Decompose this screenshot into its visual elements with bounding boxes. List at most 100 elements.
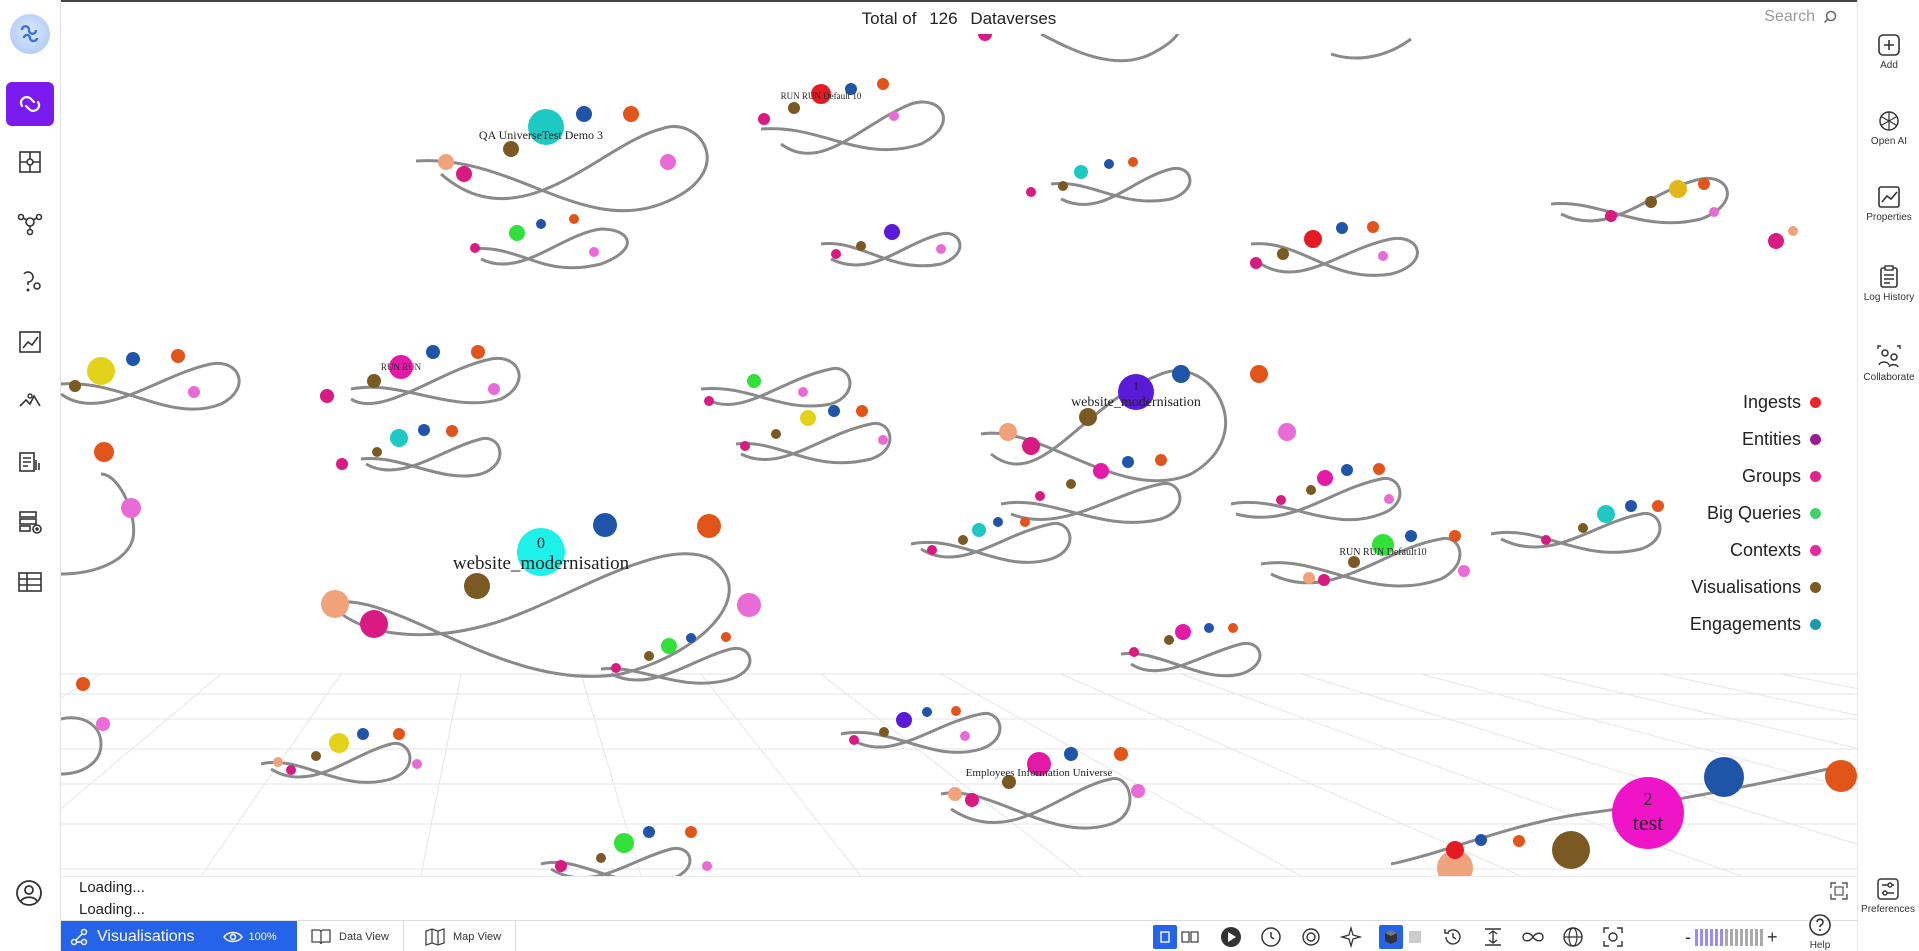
legend-dot [1810, 619, 1821, 630]
link-loop-icon [19, 96, 41, 112]
zoom-in-icon[interactable]: + [1767, 927, 1778, 948]
sparkle-button[interactable] [1339, 925, 1363, 949]
tab-data-view[interactable]: Data View [297, 921, 404, 951]
console-line-1: Loading... [79, 879, 145, 896]
legend-label: Visualisations [1691, 577, 1801, 597]
add-label: Add [1880, 60, 1898, 71]
play-button[interactable] [1219, 925, 1243, 949]
nav-query[interactable] [6, 260, 54, 304]
globe-icon [1563, 927, 1583, 947]
legend-item[interactable]: Ingests [1690, 384, 1821, 421]
collaborate-label: Collaborate [1863, 372, 1915, 383]
label-employees: Employees Information Universe [966, 767, 1113, 779]
database-add-icon [19, 511, 42, 534]
nav-network[interactable] [6, 140, 54, 184]
profile-button[interactable] [12, 876, 46, 910]
openai-icon [1879, 111, 1899, 131]
total-suffix: Dataverses [970, 9, 1057, 28]
scene-svg[interactable]: QA UniverseTest Demo 3 1 website_moderni… [61, 34, 1857, 876]
align-button[interactable] [1481, 925, 1505, 949]
help-button[interactable]: Help [1808, 913, 1832, 951]
collaborate-button[interactable]: Collaborate [1858, 344, 1919, 383]
nav-database-add[interactable] [6, 500, 54, 544]
2d-view-toggle[interactable] [1403, 925, 1427, 949]
double-page-toggle[interactable] [1178, 925, 1202, 949]
single-page-toggle[interactable] [1153, 925, 1177, 949]
infinity-icon [1522, 932, 1544, 942]
search-box[interactable]: Search [1764, 8, 1837, 26]
app-logo[interactable] [10, 14, 50, 54]
legend-item[interactable]: Entities [1690, 421, 1821, 458]
add-button[interactable]: Add [1858, 32, 1919, 71]
user-icon [16, 880, 42, 906]
label-run-default: RUN RUN Default10 [1339, 547, 1426, 558]
3d-view-toggle[interactable] [1379, 925, 1403, 949]
nav-reports[interactable] [6, 440, 54, 484]
label-test-num: 2 [1644, 789, 1653, 809]
node-spheres[interactable] [69, 34, 1857, 876]
add-icon [1878, 34, 1900, 56]
analytics-icon [19, 331, 41, 353]
label-big-name: website_modernisation [453, 553, 630, 574]
logo-icon [20, 25, 39, 43]
tab-visualisations[interactable]: Visualisations 100% [61, 921, 297, 951]
preferences-button[interactable]: Preferences [1857, 876, 1919, 915]
clock-icon [1261, 927, 1281, 947]
tab-map-view-label: Map View [453, 930, 502, 943]
open-ai-label: Open AI [1870, 136, 1908, 147]
nav-dataverse[interactable] [6, 82, 54, 126]
nav-analytics[interactable] [6, 320, 54, 364]
dataverse-total: Total of 126 Dataverses [61, 9, 1857, 29]
nav-relations[interactable] [6, 380, 54, 424]
expand-icon[interactable] [1829, 881, 1849, 901]
bottom-bar: Visualisations 100% Data View Map View - [61, 914, 1857, 951]
play-icon [1221, 927, 1241, 947]
square-icon [1409, 931, 1421, 943]
infinity-button[interactable] [1521, 925, 1545, 949]
clock-button[interactable] [1259, 925, 1283, 949]
globe-button[interactable] [1561, 925, 1585, 949]
openai-button[interactable] [1299, 925, 1323, 949]
right-sidebar: Add Open AI Properties Log History Colla… [1857, 0, 1919, 951]
legend-item[interactable]: Engagements [1690, 606, 1821, 643]
label-run-run: RUN RUN [381, 362, 422, 372]
query-icon [23, 271, 41, 292]
reports-icon [19, 452, 40, 472]
label-center-num: 1 [1133, 379, 1139, 393]
log-history-button[interactable]: Log History [1858, 264, 1919, 303]
zoom-out-icon[interactable]: - [1685, 927, 1691, 948]
legend-item[interactable]: Visualisations [1690, 569, 1821, 606]
app-root: Total of 126 Dataverses Search QA Univer… [0, 0, 1919, 951]
legend-label: Big Queries [1706, 503, 1801, 523]
help-icon [1809, 914, 1831, 936]
book-icon [311, 928, 331, 944]
legend-label: Engagements [1689, 614, 1801, 634]
search-placeholder[interactable]: Search [1764, 8, 1815, 26]
history-button[interactable] [1441, 925, 1465, 949]
open-ai-button[interactable]: Open AI [1858, 108, 1919, 147]
left-sidebar [0, 0, 61, 951]
search-icon[interactable] [1823, 10, 1837, 24]
zoom-slider[interactable] [1695, 929, 1763, 946]
collaborate-icon [1877, 345, 1901, 368]
double-page-icon [1181, 931, 1199, 943]
zoom-control[interactable]: - + [1685, 927, 1778, 948]
dataverse-canvas[interactable]: QA UniverseTest Demo 3 1 website_moderni… [61, 34, 1857, 876]
properties-button[interactable]: Properties [1858, 184, 1919, 223]
legend-item[interactable]: Groups [1690, 458, 1821, 495]
focus-button[interactable] [1601, 925, 1625, 949]
legend-dot [1810, 434, 1821, 445]
legend: Ingests Entities Groups Big Queries Contexts… [1690, 384, 1821, 643]
network-icon [19, 151, 41, 173]
legend-item[interactable]: Big Queries [1690, 495, 1821, 532]
nodes-icon [17, 213, 43, 236]
openai-icon [1302, 928, 1320, 946]
tab-map-view[interactable]: Map View [411, 921, 517, 951]
visibility-toggle[interactable]: 100% [222, 930, 277, 944]
clipboard-icon [1880, 265, 1898, 288]
nav-table[interactable] [6, 560, 54, 604]
legend-item[interactable]: Contexts [1690, 532, 1821, 569]
nav-nodes[interactable] [6, 200, 54, 244]
label-big-num: 0 [537, 535, 545, 552]
label-test-name: test [1633, 810, 1664, 835]
